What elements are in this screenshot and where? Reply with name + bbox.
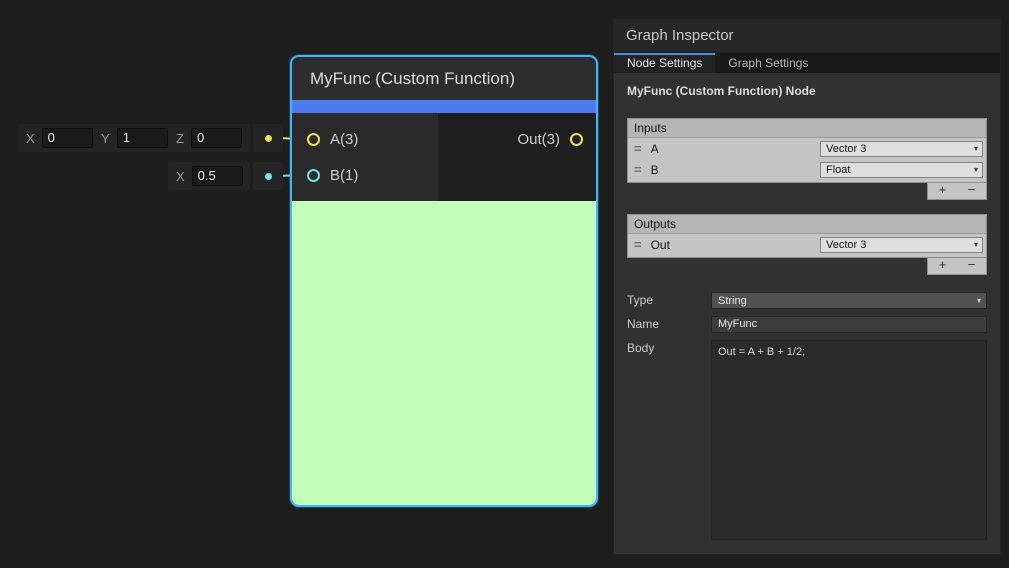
outputs-section: Outputs = Out Vector 3 ▾ [627,214,987,258]
input-b-type-value: Float [826,164,850,176]
output-row-out[interactable]: = Out Vector 3 ▾ [628,234,986,255]
port-b-label: B(1) [330,167,358,184]
output-out-type-dropdown[interactable]: Vector 3 ▾ [820,237,983,253]
y-value-field[interactable]: 1 [117,128,168,148]
float-output-stub[interactable] [253,162,283,190]
inputs-section-header: Inputs [628,119,986,138]
outputs-list-footer: + − [627,258,987,275]
node-title: MyFunc (Custom Function) [292,57,596,100]
float-port-icon[interactable] [265,173,272,180]
output-ports-column: Out(3) [438,113,596,201]
body-input[interactable]: Out = A + B + 1/2; [711,340,987,540]
inputs-footer-box: + − [927,183,987,200]
node-port-area: A(3) B(1) Out(3) [292,113,596,201]
z-value-field[interactable]: 0 [191,128,242,148]
myfunc-node[interactable]: MyFunc (Custom Function) A(3) B(1) Out(3… [290,55,598,507]
name-label: Name [627,316,711,333]
port-a-label: A(3) [330,131,358,148]
tab-node-settings[interactable]: Node Settings [614,53,715,73]
type-label: Type [627,292,711,309]
inspector-body: MyFunc (Custom Function) Node Inputs = A… [614,73,1000,540]
output-out-type-value: Vector 3 [826,239,866,251]
input-a-type-dropdown[interactable]: Vector 3 ▾ [820,141,983,157]
output-out-name: Out [651,238,820,252]
add-input-button[interactable]: + [928,183,957,199]
inspector-title: Graph Inspector [614,19,1000,53]
node-preview [292,201,596,505]
drag-handle-icon[interactable]: = [634,162,642,177]
z-axis-label: Z [176,131,184,146]
remove-input-button[interactable]: − [957,183,986,199]
graph-inspector-panel: Graph Inspector Node Settings Graph Sett… [613,18,1001,555]
input-row-a[interactable]: = A Vector 3 ▾ [628,138,986,159]
port-b-connector-icon[interactable] [307,169,320,182]
tab-graph-settings[interactable]: Graph Settings [715,53,821,73]
y-axis-label: Y [101,131,110,146]
input-ports-column: A(3) B(1) [292,113,438,201]
x-axis-label: X [176,169,185,184]
body-label: Body [627,340,711,540]
drag-handle-icon[interactable]: = [634,237,642,252]
port-row-a[interactable]: A(3) [292,121,438,157]
inspector-tabbar: Node Settings Graph Settings [614,53,1000,73]
input-b-name: B [651,163,820,177]
vector3-output-stub[interactable] [253,124,283,152]
float-value-field[interactable]: 0.5 [192,166,243,186]
remove-output-button[interactable]: − [957,258,986,274]
port-out-label: Out(3) [517,131,560,148]
node-accent-bar [292,100,596,113]
outputs-section-header: Outputs [628,215,986,234]
inputs-list-footer: + − [627,183,987,200]
x-axis-label: X [26,131,35,146]
port-row-b[interactable]: B(1) [292,157,438,193]
x-value-field[interactable]: 0 [42,128,93,148]
node-settings-heading: MyFunc (Custom Function) Node [627,84,987,98]
drag-handle-icon[interactable]: = [634,141,642,156]
dropdown-arrow-icon: ▾ [972,296,986,305]
input-b-type-dropdown[interactable]: Float ▾ [820,162,983,178]
port-out-connector-icon[interactable] [570,133,583,146]
input-a-type-value: Vector 3 [826,143,866,155]
input-a-name: A [651,142,820,156]
body-property-row: Body Out = A + B + 1/2; [627,340,987,540]
outputs-footer-box: + − [927,258,987,275]
inputs-section: Inputs = A Vector 3 ▾ = B Float ▾ [627,118,987,183]
dropdown-arrow-icon: ▾ [970,144,982,153]
vector3-value-widget[interactable]: X 0 Y 1 Z 0 [18,124,250,152]
vector3-port-icon[interactable] [265,135,272,142]
port-row-out[interactable]: Out(3) [438,121,596,157]
float-value-widget[interactable]: X 0.5 [168,162,250,190]
add-output-button[interactable]: + [928,258,957,274]
dropdown-arrow-icon: ▾ [970,240,982,249]
port-a-connector-icon[interactable] [307,133,320,146]
input-row-b[interactable]: = B Float ▾ [628,159,986,180]
type-dropdown[interactable]: String ▾ [711,292,987,309]
dropdown-arrow-icon: ▾ [970,165,982,174]
name-property-row: Name MyFunc [627,316,987,333]
type-dropdown-value: String [718,295,747,307]
type-property-row: Type String ▾ [627,292,987,309]
name-input[interactable]: MyFunc [711,316,987,333]
